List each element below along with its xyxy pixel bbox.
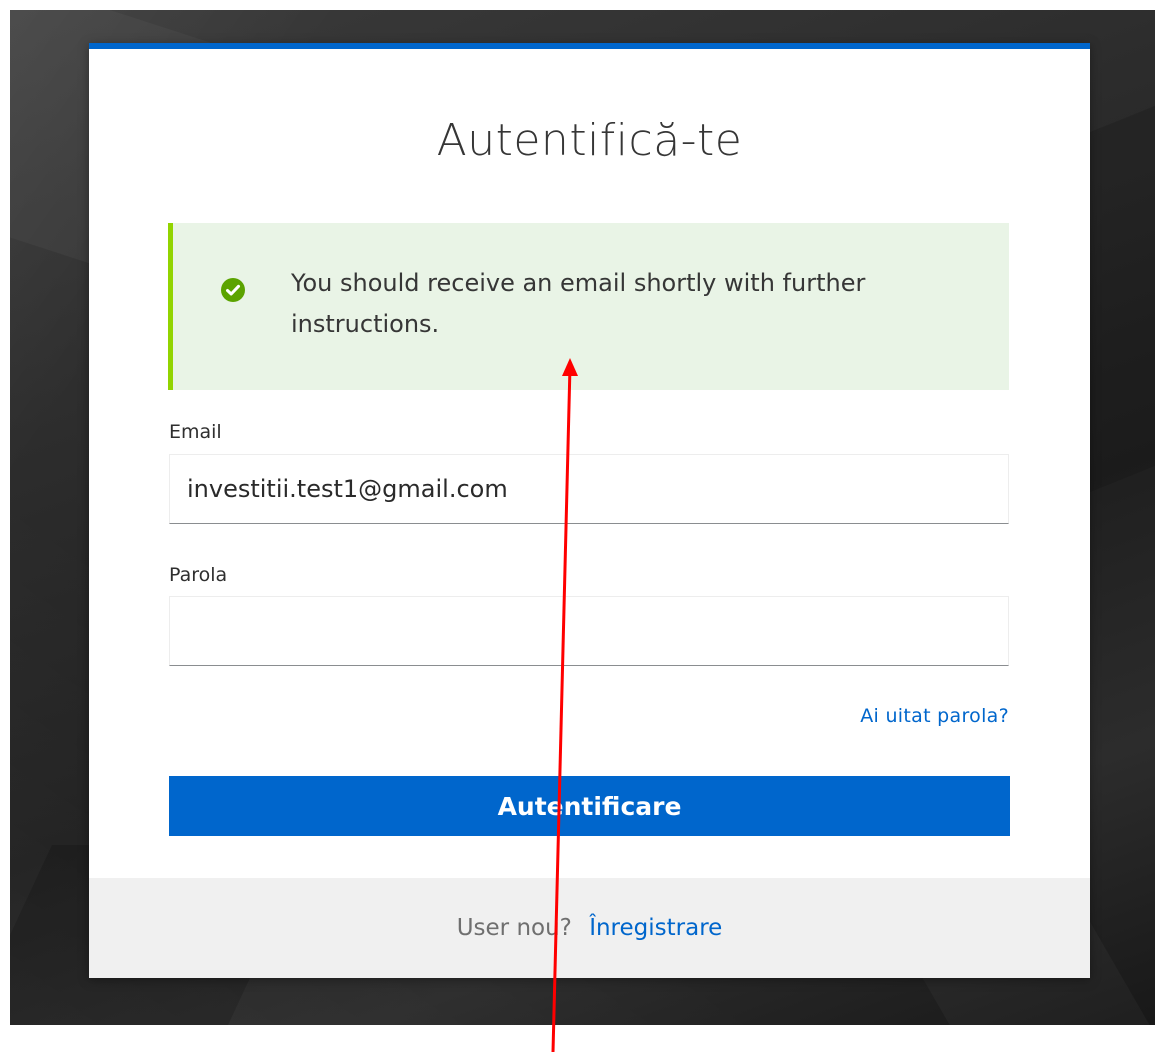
email-label: Email — [169, 421, 222, 443]
check-circle-icon — [221, 278, 245, 302]
password-input[interactable] — [169, 596, 1009, 666]
password-label: Parola — [169, 564, 228, 586]
login-card: Autentifică-te You should receive an ema… — [89, 43, 1090, 978]
login-button[interactable]: Autentificare — [169, 776, 1010, 836]
email-input[interactable] — [169, 454, 1009, 524]
card-footer: User nou? Înregistrare — [89, 878, 1090, 978]
success-alert: You should receive an email shortly with… — [168, 223, 1009, 390]
register-link[interactable]: Înregistrare — [589, 915, 722, 941]
alert-message: You should receive an email shortly with… — [291, 269, 866, 338]
forgot-password-link[interactable]: Ai uitat parola? — [860, 705, 1009, 727]
new-user-text: User nou? — [456, 915, 572, 941]
page-background: Autentifică-te You should receive an ema… — [10, 10, 1155, 1025]
page-title: Autentifică-te — [436, 115, 743, 166]
